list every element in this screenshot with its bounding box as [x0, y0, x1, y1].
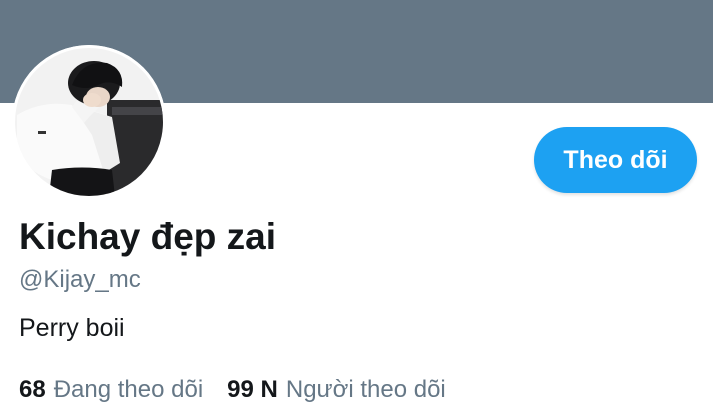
display-name: Kichay đẹp zai	[19, 216, 277, 257]
followers-stat[interactable]: 99 N Người theo dõi	[227, 376, 446, 404]
avatar[interactable]	[12, 45, 166, 199]
avatar-photo	[12, 45, 166, 199]
following-label: Đang theo dõi	[53, 376, 204, 403]
user-handle: @Kijay_mc	[19, 266, 141, 293]
following-count: 68	[19, 376, 46, 403]
followers-count: 99 N	[227, 376, 278, 403]
follow-button[interactable]: Theo dõi	[534, 127, 697, 193]
bio: Perry boii	[19, 314, 125, 342]
followers-label: Người theo dõi	[285, 376, 446, 403]
following-stat[interactable]: 68 Đang theo dõi	[19, 376, 203, 404]
profile-stats: 68 Đang theo dõi 99 N Người theo dõi	[19, 376, 470, 404]
